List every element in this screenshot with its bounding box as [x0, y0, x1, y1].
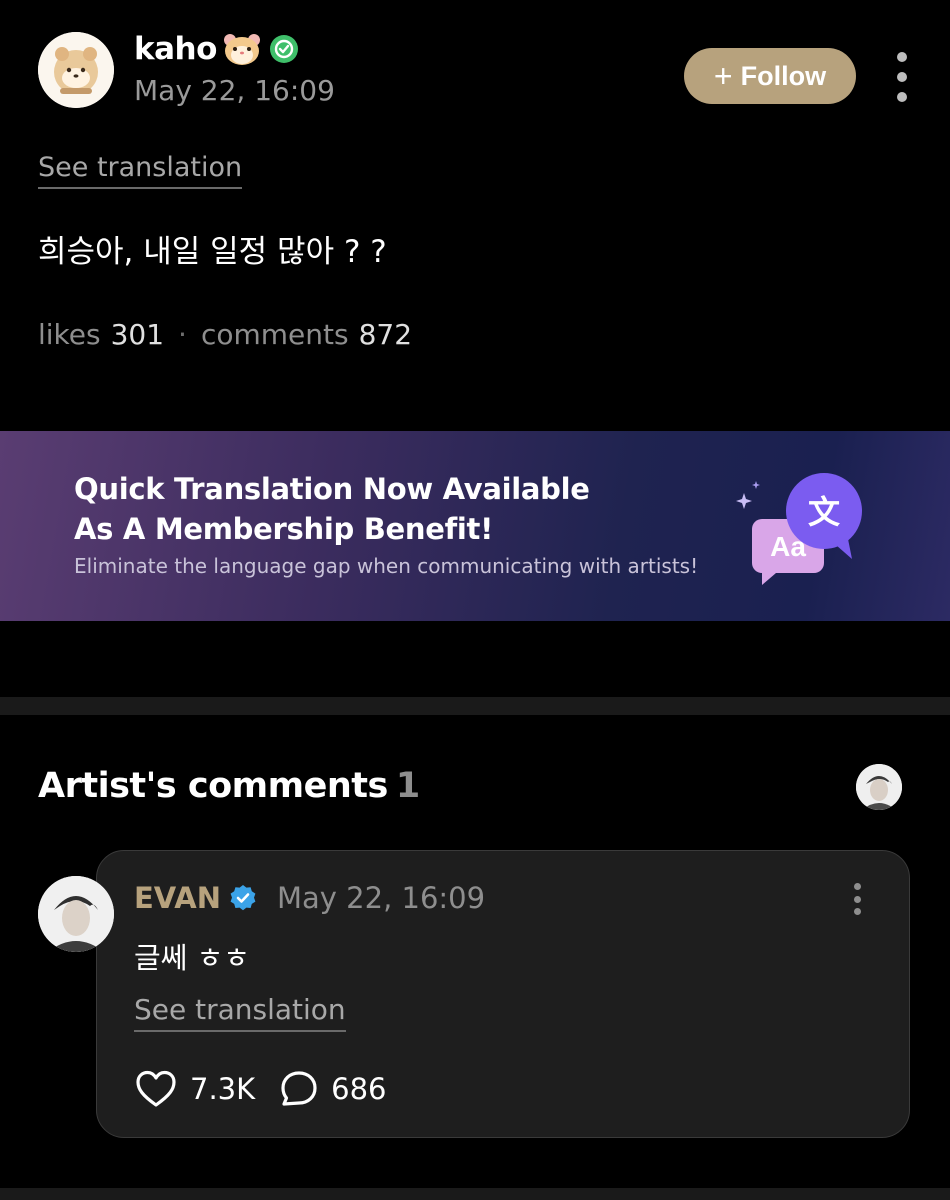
- heart-outline-icon[interactable]: [134, 1069, 178, 1109]
- artist-avatar[interactable]: [38, 876, 114, 952]
- see-translation-link[interactable]: See translation: [134, 993, 346, 1032]
- comment-body: 글쎄 ㅎㅎ: [134, 941, 250, 975]
- stats-separator: ·: [178, 318, 187, 351]
- post-header: kaho May 22, 16:09 + Follow: [38, 31, 918, 108]
- comment-likes-count: 7.3K: [190, 1072, 256, 1106]
- post-body: 희승아, 내일 일정 많아 ? ?: [38, 234, 387, 270]
- post-date: May 22, 16:09: [134, 74, 335, 107]
- verified-badge-icon: [230, 885, 256, 911]
- verified-badge-icon: [269, 35, 298, 63]
- likes-count: 301: [110, 318, 165, 351]
- artist-portrait: [38, 876, 114, 952]
- comments-count: 872: [358, 318, 413, 351]
- comment-date: May 22, 16:09: [277, 881, 486, 915]
- more-vertical-icon[interactable]: [890, 52, 914, 102]
- see-translation-link[interactable]: See translation: [38, 152, 243, 189]
- comments-label: comments: [200, 318, 349, 351]
- comment-header: EVAN May 22, 16:09: [134, 881, 485, 915]
- post-stats: likes 301 · comments 872: [38, 318, 412, 351]
- banner-title-line-2: As A Membership Benefit!: [74, 512, 494, 546]
- banner-title-line-1: Quick Translation Now Available: [74, 472, 590, 506]
- hamster-avatar-illustration: [38, 32, 114, 108]
- section-divider: [0, 697, 950, 715]
- more-vertical-icon[interactable]: [851, 883, 863, 915]
- hamster-emoji-icon: [223, 34, 260, 65]
- artist-comments-title: Artist's comments: [38, 766, 388, 806]
- follow-button[interactable]: + Follow: [684, 48, 856, 104]
- plus-icon: +: [713, 58, 733, 94]
- artist-comments-heading: Artist's comments 1: [38, 766, 420, 806]
- banner-title: Quick Translation Now Available As A Mem…: [74, 469, 590, 549]
- artist-portrait: [856, 764, 902, 810]
- author-row: kaho: [134, 31, 335, 67]
- bottom-divider: [0, 1188, 950, 1200]
- translate-icon: Aa 文: [736, 473, 862, 585]
- comment-author[interactable]: EVAN: [134, 881, 221, 915]
- comment-replies-count: 686: [331, 1072, 387, 1106]
- banner-subtitle: Eliminate the language gap when communic…: [74, 554, 699, 578]
- follow-label: Follow: [740, 60, 827, 91]
- artist-comments-count: 1: [395, 766, 420, 806]
- membership-banner[interactable]: Quick Translation Now Available As A Mem…: [0, 431, 950, 621]
- artist-comment-card: EVAN May 22, 16:09 글쎄 ㅎㅎ See translation…: [96, 850, 910, 1138]
- translate-icon-cjk-text: 文: [808, 493, 840, 531]
- comment-bubble-icon[interactable]: [279, 1069, 319, 1109]
- author-name[interactable]: kaho: [134, 31, 217, 67]
- author-avatar[interactable]: [38, 32, 114, 108]
- artist-thumbnail-avatar[interactable]: [856, 764, 902, 810]
- author-block: kaho May 22, 16:09: [134, 31, 335, 107]
- likes-label: likes: [38, 318, 101, 351]
- comment-actions: 7.3K 686: [134, 1069, 387, 1109]
